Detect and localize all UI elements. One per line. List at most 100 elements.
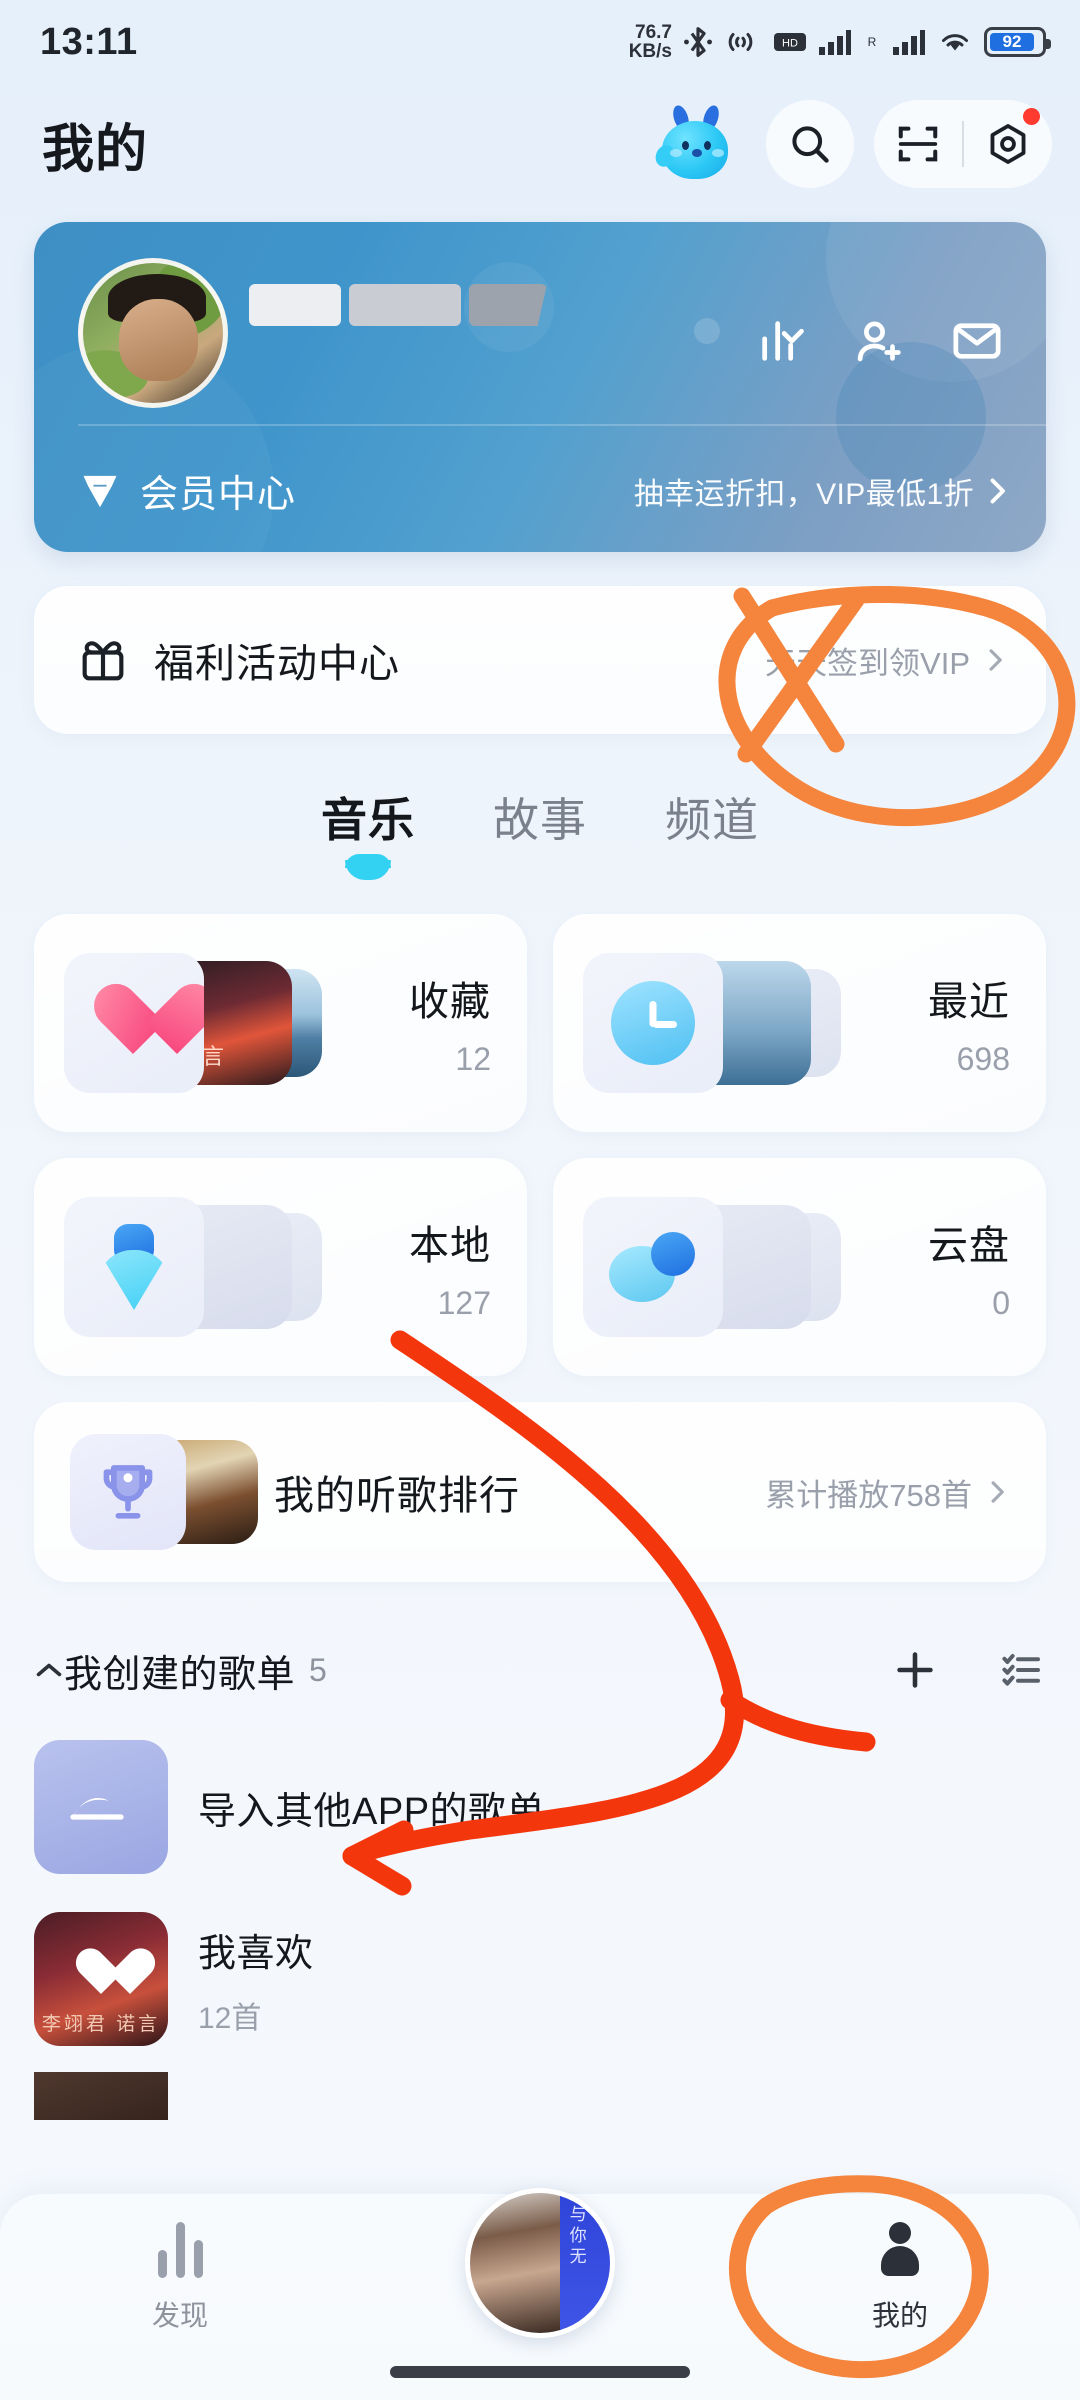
svg-text:HD: HD [782,38,798,50]
heart-icon [93,986,175,1060]
person-icon [878,2222,922,2278]
nav-mini-player[interactable] [360,2188,720,2338]
scan-button[interactable] [874,100,962,188]
tab-music-label: 音乐 [321,794,415,846]
card-favorites[interactable]: 收藏 12 [34,914,527,1132]
chevron-up-icon[interactable] [34,1659,64,1681]
page-header: 我的 [0,84,1080,204]
card-local-title: 本地 [409,1223,491,1268]
vip-banner[interactable]: 会员中心 抽幸运折扣，VIP最低1折 [34,222,1046,552]
card-cloud-count: 0 [992,1284,1010,1321]
add-playlist-button[interactable] [890,1645,940,1695]
created-playlists-count: 5 [309,1651,327,1688]
welfare-subtitle: 天天签到领VIP [765,645,970,681]
favorites-icon-tile [64,953,204,1093]
category-tabs: 音乐 故事 频道 [0,784,1080,882]
vip-bottom-row[interactable]: 会员中心 抽幸运折扣，VIP最低1折 [78,463,1010,518]
vip-action-icons [756,314,1004,368]
status-icons: 76.7 KB/s HD R 92 [629,22,1051,61]
member-center-label: 会员中心 [140,474,297,516]
settings-icon [990,124,1026,164]
list-item[interactable]: 导入其他APP的歌单 [34,1728,1046,1886]
list-item[interactable]: 李翊君 诺言 我喜欢 12首 [34,1900,1046,2058]
playlist-meta: 导入其他APP的歌单 [198,1780,545,1835]
cloud-icon [609,1230,697,1304]
nickname-masked [249,284,547,326]
card-cloud[interactable]: 云盘 0 [553,1158,1046,1376]
download-icon [94,1224,174,1310]
cloud-icon-tile [583,1197,723,1337]
battery-level: 92 [990,32,1034,51]
network-speed: 76.7 KB/s [629,22,672,61]
mini-player-avatar[interactable] [465,2188,615,2338]
ranking-right: 累计播放758首 [765,1470,1008,1515]
trophy-icon [103,1465,153,1519]
mascot-icon[interactable] [652,103,740,183]
search-button[interactable] [766,100,854,188]
status-time: 13:11 [40,20,138,63]
search-icon [792,126,829,163]
card-recent-title: 最近 [928,979,1010,1024]
vip-promo[interactable]: 抽幸运折扣，VIP最低1折 [634,469,1010,513]
liked-playlist-cover: 李翊君 诺言 [34,1912,168,2046]
signal-2-icon [893,30,925,55]
card-recent[interactable]: 最近 698 [553,914,1046,1132]
card-cloud-title: 云盘 [928,1223,1010,1268]
tab-story-label: 故事 [493,794,587,846]
nav-mine[interactable]: 我的 [720,2222,1080,2334]
listening-ranking-row[interactable]: 我的听歌排行 累计播放758首 [34,1402,1046,1582]
settings-button[interactable] [964,100,1052,188]
vip-promo-text: 抽幸运折扣，VIP最低1折 [633,477,974,511]
chevron-right-icon [989,649,1002,671]
vip-divider [78,424,1046,426]
battery-icon: 92 [984,27,1051,57]
chevron-right-icon [990,478,1005,503]
welfare-center-row[interactable]: 福利活动中心 天天签到领VIP [34,586,1046,734]
card-recent-count: 698 [956,1040,1010,1077]
nav-mine-label: 我的 [871,2300,928,2331]
cover-stack [64,1197,322,1337]
cover-stack [583,1197,841,1337]
discover-bars-icon [157,2222,203,2278]
avatar[interactable] [78,258,228,408]
header-pair [874,100,1052,188]
cover-caption: 李翊君 诺言 [41,2014,161,2035]
tab-music[interactable]: 音乐 [321,784,415,882]
cover-stack [583,953,841,1093]
vip-heart-icon [83,475,117,507]
nav-discover[interactable]: 发现 [0,2222,360,2334]
playlist-cover [34,2072,168,2120]
list-manage-icon[interactable] [998,1646,1046,1694]
member-center-entry[interactable]: 会员中心 [78,463,296,518]
playlist-song-count: 12首 [198,2001,262,2035]
cover-stack [64,953,322,1093]
list-item[interactable] [34,2072,1046,2120]
import-playlist-cover [34,1740,168,1874]
welfare-right: 天天签到领VIP [765,638,1006,683]
bottom-navigation: 发现 我的 [0,2188,1080,2400]
library-grid: 收藏 12 最近 698 本地 127 [34,914,1046,1376]
bluetooth-icon [684,27,712,57]
card-favorites-title: 收藏 [409,979,491,1024]
tab-channel-label: 频道 [665,794,759,846]
nav-discover-label: 发现 [151,2300,208,2331]
ranking-title: 我的听歌排行 [274,1474,520,1518]
tab-active-indicator [345,854,391,880]
ranking-cover-stack [70,1434,258,1550]
created-playlists-header: 我创建的歌单 5 [34,1626,1046,1714]
card-local[interactable]: 本地 127 [34,1158,527,1376]
tab-story[interactable]: 故事 [493,784,587,882]
tab-channel[interactable]: 频道 [665,784,759,882]
playlist-name: 导入其他APP的歌单 [198,1790,546,1833]
header-actions [652,100,1052,188]
page-title: 我的 [42,120,149,179]
import-icon [70,1798,124,1820]
roaming-icon: R [868,35,877,49]
scan-icon [898,126,938,162]
mail-icon[interactable] [950,314,1004,368]
card-local-count: 127 [437,1284,491,1321]
clock-icon [611,981,695,1065]
add-friend-icon[interactable] [852,314,906,368]
recent-icon-tile [583,953,723,1093]
chart-icon[interactable] [756,315,808,367]
